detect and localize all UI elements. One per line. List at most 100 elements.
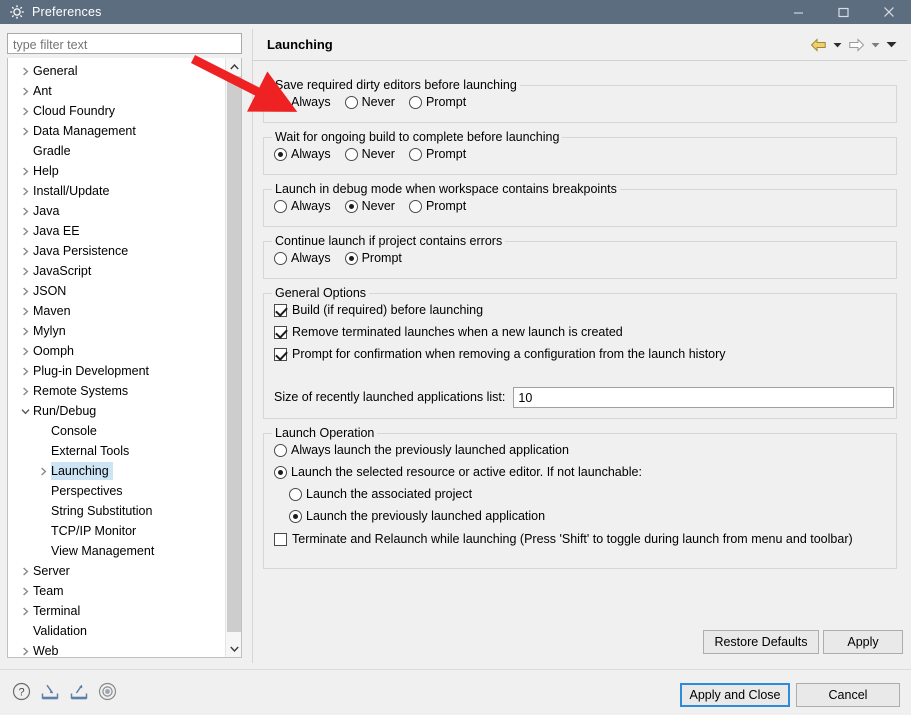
- tree-item-label: Oomph: [33, 344, 74, 358]
- continue-errors-prompt-radio[interactable]: Prompt: [344, 251, 402, 266]
- chevron-right-icon[interactable]: [17, 366, 33, 376]
- launch-previous-application-radio[interactable]: Launch the previously launched applicati…: [289, 509, 545, 524]
- back-dropdown-chevron-icon[interactable]: [829, 33, 845, 57]
- save-dirty-never-radio[interactable]: Never: [344, 95, 395, 110]
- chevron-right-icon[interactable]: [17, 586, 33, 596]
- back-arrow-icon[interactable]: [807, 33, 829, 57]
- terminate-relaunch-checkbox[interactable]: Terminate and Relaunch while launching (…: [274, 532, 853, 547]
- tree-item-help[interactable]: Help: [8, 161, 226, 181]
- tree-item-cloud-foundry[interactable]: Cloud Foundry: [8, 101, 226, 121]
- chevron-right-icon[interactable]: [17, 166, 33, 176]
- chevron-right-icon[interactable]: [17, 606, 33, 616]
- scroll-up-icon[interactable]: [226, 58, 241, 75]
- tree-item-launching[interactable]: Launching: [8, 461, 226, 481]
- tree-item-oomph[interactable]: Oomph: [8, 341, 226, 361]
- recent-launch-size-input[interactable]: [513, 387, 894, 408]
- build-before-launching-checkbox[interactable]: Build (if required) before launching: [274, 303, 483, 318]
- tree-item-console[interactable]: Console: [8, 421, 226, 441]
- chevron-right-icon[interactable]: [17, 106, 33, 116]
- chevron-right-icon[interactable]: [17, 86, 33, 96]
- tree-item-server[interactable]: Server: [8, 561, 226, 581]
- tree-item-tcp-ip-monitor[interactable]: TCP/IP Monitor: [8, 521, 226, 541]
- debug-breakpoints-never-radio[interactable]: Never: [344, 199, 395, 214]
- chevron-right-icon[interactable]: [17, 126, 33, 136]
- tree-item-general[interactable]: General: [8, 61, 226, 81]
- tree-item-ant[interactable]: Ant: [8, 81, 226, 101]
- tree-scrollbar[interactable]: [225, 58, 241, 657]
- tree-item-perspectives[interactable]: Perspectives: [8, 481, 226, 501]
- tree-items-container: General Ant Cloud Foundry Data Management Gr…: [8, 58, 226, 657]
- tree-scrollbar-thumb[interactable]: [227, 76, 241, 632]
- tree-item-gradle[interactable]: Gradle: [8, 141, 226, 161]
- tree-item-java-persistence[interactable]: Java Persistence: [8, 241, 226, 261]
- continue-errors-radio-group: Always Prompt: [274, 251, 416, 266]
- tree-item-java[interactable]: Java: [8, 201, 226, 221]
- tree-item-json[interactable]: JSON: [8, 281, 226, 301]
- tree-item-javascript[interactable]: JavaScript: [8, 261, 226, 281]
- chevron-down-icon[interactable]: [17, 408, 33, 415]
- forward-arrow-icon[interactable]: [845, 33, 867, 57]
- maximize-button[interactable]: [821, 0, 866, 24]
- chevron-right-icon[interactable]: [17, 226, 33, 236]
- chevron-right-icon[interactable]: [17, 186, 33, 196]
- tree-item-plug-in-development[interactable]: Plug-in Development: [8, 361, 226, 381]
- launch-selected-resource-radio[interactable]: Launch the selected resource or active e…: [274, 465, 642, 480]
- tree-item-maven[interactable]: Maven: [8, 301, 226, 321]
- chevron-right-icon[interactable]: [17, 566, 33, 576]
- target-icon[interactable]: [98, 682, 117, 704]
- wait-build-never-radio[interactable]: Never: [344, 147, 395, 162]
- chevron-right-icon[interactable]: [17, 246, 33, 256]
- tree-item-remote-systems[interactable]: Remote Systems: [8, 381, 226, 401]
- tree-item-terminal[interactable]: Terminal: [8, 601, 226, 621]
- chevron-right-icon[interactable]: [17, 306, 33, 316]
- apply-button[interactable]: Apply: [823, 630, 903, 654]
- radio-label: Never: [361, 147, 395, 161]
- cancel-button[interactable]: Cancel: [796, 683, 900, 707]
- tree-item-label: Plug-in Development: [33, 364, 150, 378]
- always-launch-previous-radio[interactable]: Always launch the previously launched ap…: [274, 443, 569, 458]
- minimize-button[interactable]: [776, 0, 821, 24]
- save-dirty-always-radio[interactable]: Always: [274, 95, 331, 110]
- chevron-right-icon[interactable]: [17, 286, 33, 296]
- continue-errors-always-radio[interactable]: Always: [274, 251, 331, 266]
- chevron-right-icon[interactable]: [17, 386, 33, 396]
- page-menu-chevron-icon[interactable]: [883, 33, 899, 57]
- chevron-right-icon[interactable]: [17, 266, 33, 276]
- tree-item-team[interactable]: Team: [8, 581, 226, 601]
- debug-breakpoints-always-radio[interactable]: Always: [274, 199, 331, 214]
- tree-item-view-management[interactable]: View Management: [8, 541, 226, 561]
- tree-item-data-management[interactable]: Data Management: [8, 121, 226, 141]
- tree-item-run-debug[interactable]: Run/Debug: [8, 401, 226, 421]
- remove-terminated-launches-checkbox[interactable]: Remove terminated launches when a new la…: [274, 325, 623, 340]
- export-icon[interactable]: [69, 682, 89, 704]
- tree-item-install-update[interactable]: Install/Update: [8, 181, 226, 201]
- chevron-right-icon[interactable]: [17, 646, 33, 656]
- import-icon[interactable]: [40, 682, 60, 704]
- chevron-right-icon[interactable]: [35, 466, 51, 476]
- tree-item-string-substitution[interactable]: String Substitution: [8, 501, 226, 521]
- wait-build-always-radio[interactable]: Always: [274, 147, 331, 162]
- preferences-tree: General Ant Cloud Foundry Data Management Gr…: [7, 58, 242, 658]
- chevron-right-icon[interactable]: [17, 66, 33, 76]
- tree-item-web[interactable]: Web: [8, 641, 226, 657]
- restore-defaults-button[interactable]: Restore Defaults: [703, 630, 819, 654]
- tree-item-java-ee[interactable]: Java EE: [8, 221, 226, 241]
- forward-dropdown-chevron-icon[interactable]: [867, 33, 883, 57]
- close-button[interactable]: [866, 0, 911, 24]
- prompt-remove-configuration-checkbox[interactable]: Prompt for confirmation when removing a …: [274, 347, 726, 362]
- apply-and-close-button[interactable]: Apply and Close: [680, 683, 790, 707]
- chevron-right-icon[interactable]: [17, 346, 33, 356]
- radio-indicator: [289, 488, 302, 501]
- tree-item-external-tools[interactable]: External Tools: [8, 441, 226, 461]
- help-icon[interactable]: ?: [12, 682, 31, 704]
- save-dirty-prompt-radio[interactable]: Prompt: [408, 95, 466, 110]
- tree-item-mylyn[interactable]: Mylyn: [8, 321, 226, 341]
- chevron-right-icon[interactable]: [17, 206, 33, 216]
- scroll-down-icon[interactable]: [226, 640, 241, 657]
- chevron-right-icon[interactable]: [17, 326, 33, 336]
- filter-input[interactable]: [7, 33, 242, 54]
- launch-associated-project-radio[interactable]: Launch the associated project: [289, 487, 472, 502]
- tree-item-validation[interactable]: Validation: [8, 621, 226, 641]
- debug-breakpoints-prompt-radio[interactable]: Prompt: [408, 199, 466, 214]
- wait-build-prompt-radio[interactable]: Prompt: [408, 147, 466, 162]
